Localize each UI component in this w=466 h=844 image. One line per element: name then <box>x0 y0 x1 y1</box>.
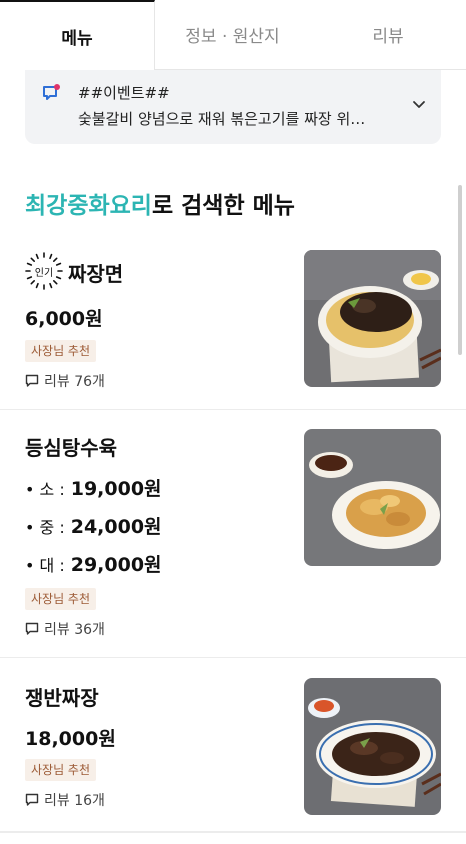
menu-item-sweet-sour-pork[interactable]: 등심탕수육 • 소 :19,000원 • 중 :24,000원 • 대 :29,… <box>0 410 466 658</box>
menu-item-name: 쟁반짜장 <box>25 686 99 710</box>
review-count-text: 리뷰 76개 <box>44 374 105 390</box>
tab-bar: 메뉴 정보 · 원산지 리뷰 <box>0 0 466 70</box>
menu-item-name: 짜장면 <box>68 262 124 286</box>
review-count-text: 리뷰 16개 <box>44 793 105 809</box>
tab-reviews[interactable]: 리뷰 <box>310 0 466 70</box>
review-count-text: 리뷰 36개 <box>44 622 105 638</box>
search-keyword: 최강중화요리 <box>25 193 152 219</box>
owner-recommend-badge: 사장님 추천 <box>25 759 97 781</box>
menu-item-price: 6,000원 <box>25 308 103 330</box>
menu-item-name: 등심탕수육 <box>25 436 117 460</box>
popular-badge: 인기 <box>25 252 63 290</box>
comment-icon <box>25 374 39 387</box>
owner-recommend-badge: 사장님 추천 <box>25 588 97 610</box>
popular-label: 인기 <box>34 268 54 279</box>
menu-item-price: 18,000원 <box>25 728 116 750</box>
search-result-heading: 최강중화요리로 검색한 메뉴 <box>25 186 295 220</box>
size-price-small: • 소 :19,000원 <box>25 478 162 500</box>
comment-icon <box>25 622 39 635</box>
comment-icon <box>25 793 39 806</box>
menu-photo-jjajangmyeon <box>304 250 441 387</box>
size-price-medium: • 중 :24,000원 <box>25 516 162 538</box>
megaphone-icon <box>43 84 60 100</box>
notice-body: 숯불갈비 양념으로 재워 볶은고기를 짜장 위… <box>78 110 366 128</box>
list-end-divider <box>0 832 466 833</box>
tab-menu[interactable]: 메뉴 <box>0 0 155 70</box>
menu-photo-tray-jjajang <box>304 678 441 815</box>
menu-photo-sweet-sour-pork <box>304 429 441 566</box>
menu-item-tray-jjajang[interactable]: 쟁반짜장 18,000원 사장님 추천 리뷰 16개 <box>0 658 466 832</box>
size-price-large: • 대 :29,000원 <box>25 554 162 576</box>
menu-item-jjajangmyeon[interactable]: 인기 짜장면 6,000원 사장님 추천 리뷰 76개 <box>0 232 466 410</box>
owner-recommend-badge: 사장님 추천 <box>25 340 97 362</box>
tab-info-origin[interactable]: 정보 · 원산지 <box>155 0 310 70</box>
review-count: 리뷰 76개 <box>25 371 105 391</box>
chevron-down-icon[interactable] <box>411 96 427 112</box>
event-notice[interactable]: ##이벤트## 숯불갈비 양념으로 재워 볶은고기를 짜장 위… <box>25 70 441 144</box>
notice-title: ##이벤트## <box>78 84 170 102</box>
heading-suffix: 로 검색한 메뉴 <box>151 193 295 219</box>
review-count: 리뷰 16개 <box>25 790 105 810</box>
review-count: 리뷰 36개 <box>25 619 105 639</box>
